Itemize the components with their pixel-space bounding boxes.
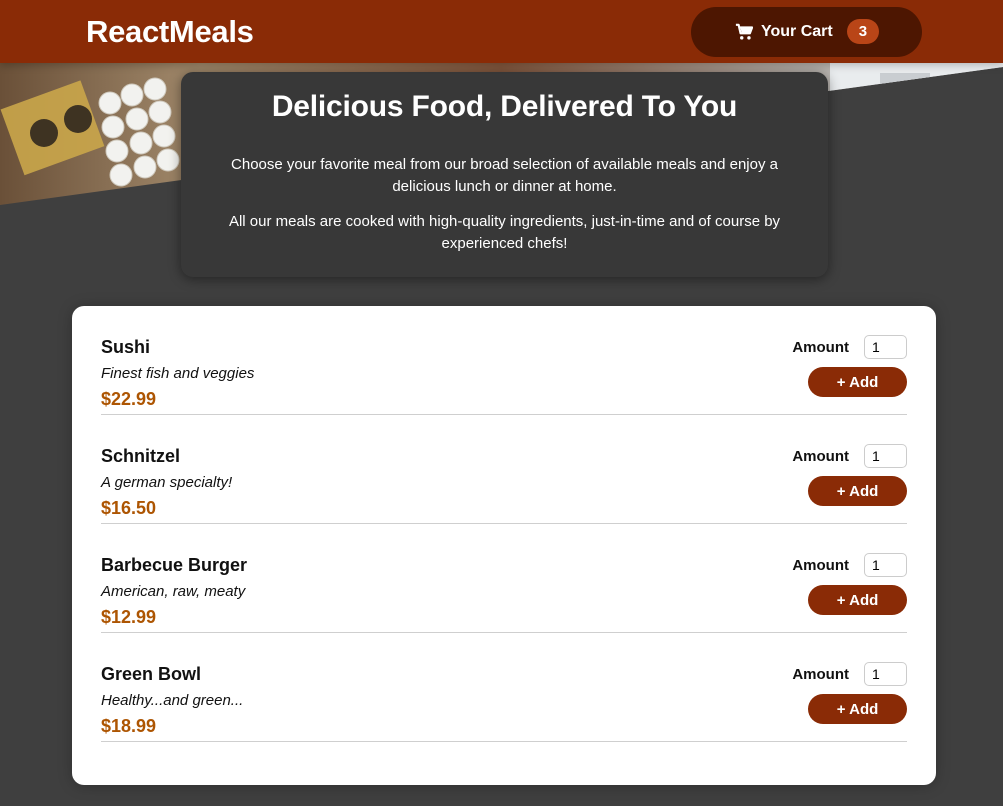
amount-label: Amount (792, 556, 849, 574)
amount-input[interactable] (864, 444, 907, 468)
meal-item: Schnitzel A german specialty! $16.50 Amo… (101, 415, 907, 524)
meals-summary: Delicious Food, Delivered To You Choose … (181, 72, 828, 277)
cart-button[interactable]: Your Cart 3 (691, 6, 922, 57)
app-logo: ReactMeals (86, 13, 254, 49)
meal-info: Sushi Finest fish and veggies $22.99 (101, 337, 254, 410)
cart-label: Your Cart (761, 22, 833, 40)
meal-item: Sushi Finest fish and veggies $22.99 Amo… (101, 306, 907, 415)
meal-item: Green Bowl Healthy...and green... $18.99… (101, 633, 907, 742)
meals-card: Sushi Finest fish and veggies $22.99 Amo… (72, 306, 936, 785)
amount-label: Amount (792, 338, 849, 356)
summary-paragraph-1: Choose your favorite meal from our broad… (231, 156, 778, 195)
meal-item: Barbecue Burger American, raw, meaty $12… (101, 524, 907, 633)
amount-label: Amount (792, 665, 849, 683)
add-button[interactable]: + Add (808, 585, 907, 615)
add-button[interactable]: + Add (808, 476, 907, 506)
meal-description: American, raw, meaty (101, 583, 246, 600)
add-button[interactable]: + Add (808, 694, 907, 724)
meal-price: $22.99 (101, 389, 157, 409)
meal-info: Green Bowl Healthy...and green... $18.99 (101, 664, 243, 737)
meal-description: Finest fish and veggies (101, 365, 255, 382)
amount-row: Amount (792, 553, 907, 577)
meal-description: Healthy...and green... (101, 692, 244, 709)
meal-info: Schnitzel A german specialty! $16.50 (101, 446, 232, 519)
meal-add-form: Amount + Add (792, 444, 907, 506)
amount-label: Amount (792, 447, 849, 465)
amount-input[interactable] (864, 335, 907, 359)
meal-name: Green Bowl (101, 664, 202, 684)
meal-description: A german specialty! (101, 474, 233, 491)
summary-title: Delicious Food, Delivered To You (271, 90, 738, 123)
app-header: ReactMeals Your Cart 3 (0, 0, 1003, 63)
meal-name: Sushi (101, 337, 151, 357)
meal-name: Schnitzel (101, 446, 181, 466)
meal-add-form: Amount + Add (792, 662, 907, 724)
meal-price: $16.50 (101, 498, 157, 518)
amount-input[interactable] (864, 553, 907, 577)
amount-input[interactable] (864, 662, 907, 686)
meal-price: $12.99 (101, 607, 157, 627)
amount-row: Amount (792, 335, 907, 359)
amount-row: Amount (792, 662, 907, 686)
meal-add-form: Amount + Add (792, 553, 907, 615)
meal-name: Barbecue Burger (101, 555, 248, 575)
shopping-cart-icon (735, 23, 753, 41)
meal-add-form: Amount + Add (792, 335, 907, 397)
add-button[interactable]: + Add (808, 367, 907, 397)
amount-row: Amount (792, 444, 907, 468)
summary-paragraph-2: All our meals are cooked with high-quali… (228, 213, 781, 252)
cart-count-badge: 3 (846, 19, 880, 44)
meal-info: Barbecue Burger American, raw, meaty $12… (101, 555, 247, 628)
meal-price: $18.99 (101, 716, 157, 736)
